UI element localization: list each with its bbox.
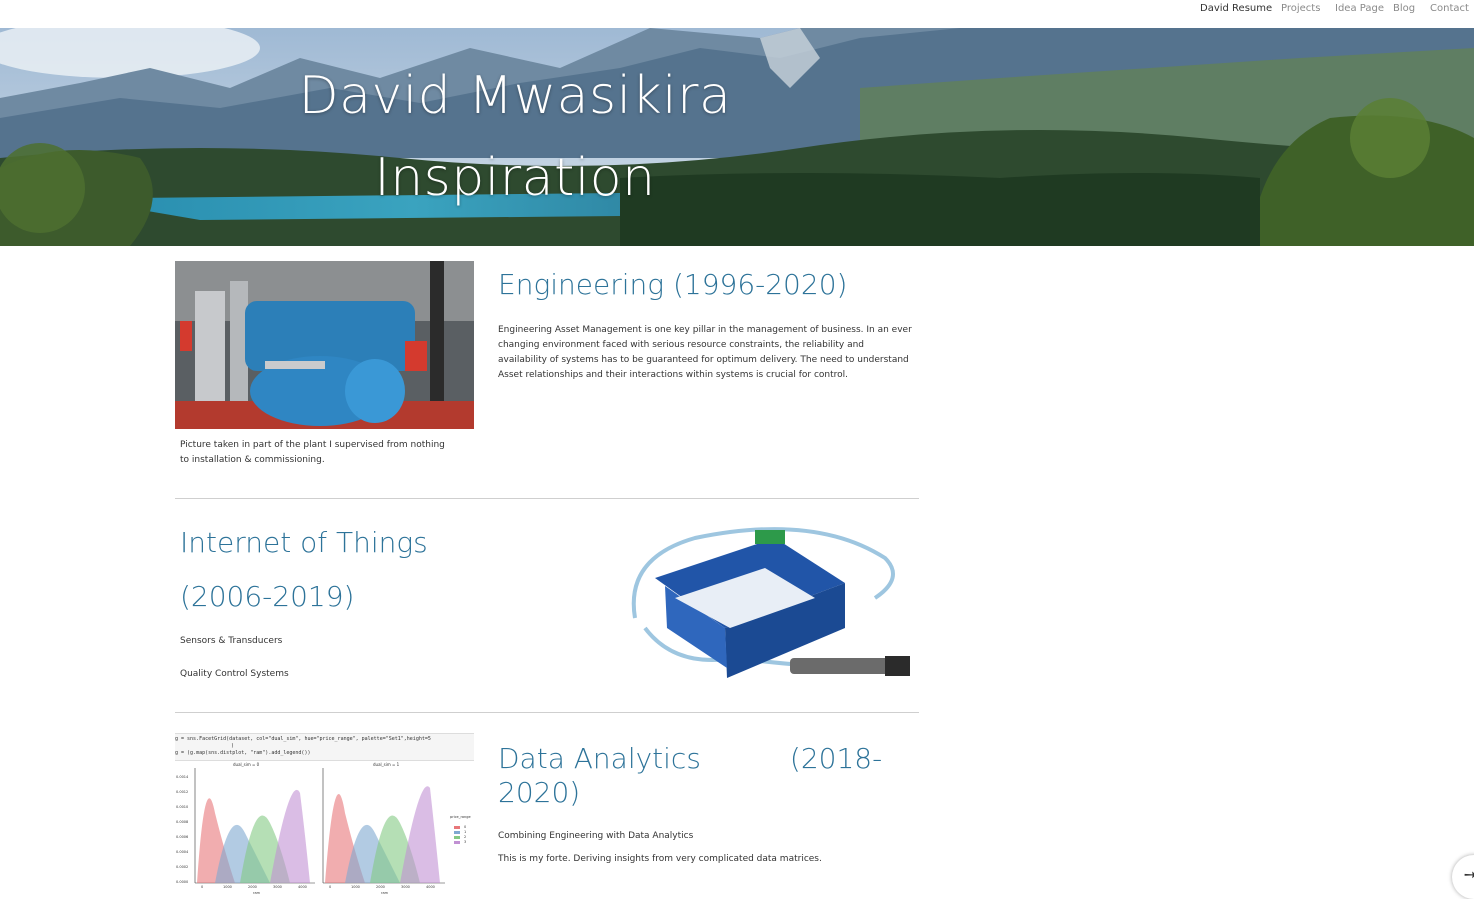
x-tick-3-facet0: 3000 bbox=[273, 885, 282, 889]
hero-title-inspiration: Inspiration bbox=[374, 148, 656, 208]
distribution-plot bbox=[194, 768, 460, 884]
legend-item-1: 1 bbox=[464, 830, 467, 834]
nav-blog[interactable]: Blog bbox=[1393, 3, 1415, 14]
engineering-plant-image bbox=[175, 261, 474, 429]
analytics-heading-line2: 2020) bbox=[498, 776, 581, 809]
nav-idea-page[interactable]: Idea Page bbox=[1335, 3, 1384, 14]
y-tick-4: 0.0006 bbox=[176, 835, 189, 839]
x-axis-label-0: ram bbox=[253, 891, 260, 895]
iot-heading-line2: (2006-2019) bbox=[180, 580, 355, 613]
nav-projects[interactable]: Projects bbox=[1281, 3, 1320, 14]
y-tick-0: 0.0014 bbox=[176, 775, 189, 779]
iot-item-sensors: Sensors & Transducers bbox=[180, 636, 283, 646]
section-divider bbox=[175, 498, 919, 499]
engineering-image-caption: Picture taken in part of the plant I sup… bbox=[180, 440, 445, 465]
iot-heading-line1: Internet of Things bbox=[180, 526, 428, 559]
y-tick-3: 0.0008 bbox=[176, 820, 189, 824]
x-tick-2-facet1: 2000 bbox=[376, 885, 385, 889]
iot-item-quality: Quality Control Systems bbox=[180, 669, 289, 679]
y-tick-5: 0.0004 bbox=[176, 850, 189, 854]
scroll-to-top-button[interactable]: ➚ bbox=[1452, 855, 1474, 899]
analytics-line-1: Combining Engineering with Data Analytic… bbox=[498, 831, 694, 841]
iot-sensor-image bbox=[615, 518, 915, 686]
analytics-heading-line1: Data Analytics (2018- bbox=[498, 742, 883, 775]
legend-item-3: 3 bbox=[464, 840, 467, 844]
legend-item-0: 0 bbox=[464, 825, 467, 829]
legend-title: price_range bbox=[450, 815, 471, 819]
x-axis-label-1: ram bbox=[381, 891, 388, 895]
nav-contact[interactable]: Contact bbox=[1430, 3, 1469, 14]
engineering-heading: Engineering (1996-2020) bbox=[498, 268, 848, 301]
hero-banner: David Mwasikira Inspiration bbox=[0, 28, 1474, 246]
top-nav: David Resume Projects Idea Page Blog Con… bbox=[0, 0, 1474, 28]
y-tick-6: 0.0002 bbox=[176, 865, 189, 869]
x-tick-3-facet1: 3000 bbox=[401, 885, 410, 889]
x-tick-2-facet0: 2000 bbox=[248, 885, 257, 889]
x-tick-4-facet0: 4000 bbox=[298, 885, 307, 889]
x-tick-1-facet1: 1000 bbox=[351, 885, 360, 889]
x-tick-0-facet1: 0 bbox=[329, 885, 332, 889]
nav-david-resume[interactable]: David Resume bbox=[1200, 3, 1272, 14]
legend-item-2: 2 bbox=[464, 835, 467, 839]
hero-landscape-image bbox=[0, 28, 1474, 246]
analytics-line-2: This is my forte. Deriving insights from… bbox=[498, 854, 822, 864]
x-tick-4-facet1: 4000 bbox=[426, 885, 435, 889]
section-divider bbox=[175, 712, 919, 713]
y-tick-7: 0.0000 bbox=[176, 880, 189, 884]
analytics-chart-image: g = sns.FacetGrid(dataset, col="dual_sim… bbox=[175, 733, 474, 897]
hero-title-name: David Mwasikira bbox=[298, 66, 732, 126]
y-tick-2: 0.0010 bbox=[176, 805, 189, 809]
y-tick-1: 0.0012 bbox=[176, 790, 189, 794]
engineering-description: Engineering Asset Management is one key … bbox=[498, 325, 912, 380]
x-tick-0-facet0: 0 bbox=[201, 885, 204, 889]
arrow-up-icon: ➚ bbox=[1459, 863, 1474, 886]
x-tick-1-facet0: 1000 bbox=[223, 885, 232, 889]
